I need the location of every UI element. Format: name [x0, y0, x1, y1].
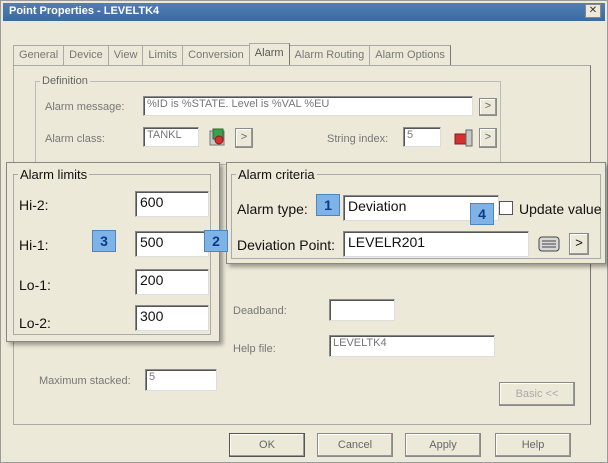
tab-view[interactable]: View [107, 45, 144, 65]
basic-button[interactable]: Basic << [499, 382, 575, 406]
alarm-class-label: Alarm class: [45, 133, 105, 145]
callout-badge-3: 3 [92, 230, 116, 252]
lo2-label: Lo-2: [19, 315, 51, 331]
tab-alarm-routing[interactable]: Alarm Routing [288, 45, 371, 65]
update-value-checkbox[interactable] [499, 201, 513, 215]
deviation-point-browse-icon[interactable] [537, 232, 563, 256]
apply-button[interactable]: Apply [405, 433, 481, 457]
definition-legend: Definition [42, 75, 88, 87]
lo1-label: Lo-1: [19, 277, 51, 293]
tab-conversion[interactable]: Conversion [182, 45, 250, 65]
title-bar: Point Properties - LEVELTK4 ✕ [3, 3, 605, 21]
alarm-message-field[interactable]: %ID is %STATE. Level is %VAL %EU [143, 96, 473, 116]
string-index-icon[interactable] [453, 127, 475, 149]
alarm-criteria-zoom-panel: Alarm criteria Alarm type: Deviation Upd… [226, 162, 606, 264]
hi1-label: Hi-1: [19, 237, 49, 253]
help-file-label: Help file: [233, 343, 276, 355]
alarm-type-label: Alarm type: [237, 201, 308, 217]
alarm-class-icon[interactable] [207, 127, 229, 149]
lo2-field[interactable]: 300 [135, 305, 209, 331]
update-value-label: Update value [519, 201, 602, 217]
string-index-field[interactable]: 5 [403, 127, 441, 147]
alarm-criteria-legend: Alarm criteria [238, 167, 315, 182]
string-index-label: String index: [327, 133, 389, 145]
callout-badge-2: 2 [204, 230, 228, 252]
tab-alarm-options[interactable]: Alarm Options [369, 45, 451, 65]
hi2-field[interactable]: 600 [135, 191, 209, 217]
close-button[interactable]: ✕ [585, 4, 601, 18]
tab-general[interactable]: General [13, 45, 65, 65]
deviation-point-label: Deviation Point: [237, 237, 336, 253]
string-index-browse-button[interactable]: > [479, 128, 497, 148]
tab-alarm[interactable]: Alarm [248, 43, 290, 66]
alarm-class-field[interactable]: TANKL [143, 127, 199, 147]
help-file-field[interactable]: LEVELTK4 [329, 335, 495, 357]
deadband-label: Deadband: [233, 305, 287, 317]
hi2-label: Hi-2: [19, 197, 49, 213]
alarm-message-label: Alarm message: [45, 101, 125, 113]
cancel-button[interactable]: Cancel [317, 433, 393, 457]
deadband-field[interactable] [329, 299, 395, 321]
maximum-stacked-label: Maximum stacked: [39, 375, 131, 387]
alarm-message-browse-button[interactable]: > [479, 98, 497, 116]
tab-limits[interactable]: Limits [142, 45, 184, 65]
window-title: Point Properties - LEVELTK4 [9, 5, 160, 17]
maximum-stacked-field[interactable]: 5 [145, 369, 217, 391]
callout-badge-4: 4 [470, 203, 494, 225]
help-button[interactable]: Help [495, 433, 571, 457]
definition-group: Definition [35, 75, 501, 165]
alarm-limits-zoom-panel: Alarm limits Hi-2: 600 Hi-1: 500 Lo-1: 2… [6, 162, 220, 342]
tab-device[interactable]: Device [63, 45, 109, 65]
deviation-point-field[interactable]: LEVELR201 [343, 231, 529, 257]
alarm-limits-legend: Alarm limits [20, 167, 88, 182]
tab-strip: General Device View Limits Conversion Alarm Al… [13, 43, 451, 66]
hi1-field[interactable]: 500 [135, 231, 209, 257]
deviation-point-arrow-button[interactable]: > [569, 233, 589, 255]
ok-button[interactable]: OK [229, 433, 305, 457]
callout-badge-1: 1 [316, 194, 340, 216]
lo1-field[interactable]: 200 [135, 269, 209, 295]
alarm-class-browse-button[interactable]: > [235, 128, 253, 148]
